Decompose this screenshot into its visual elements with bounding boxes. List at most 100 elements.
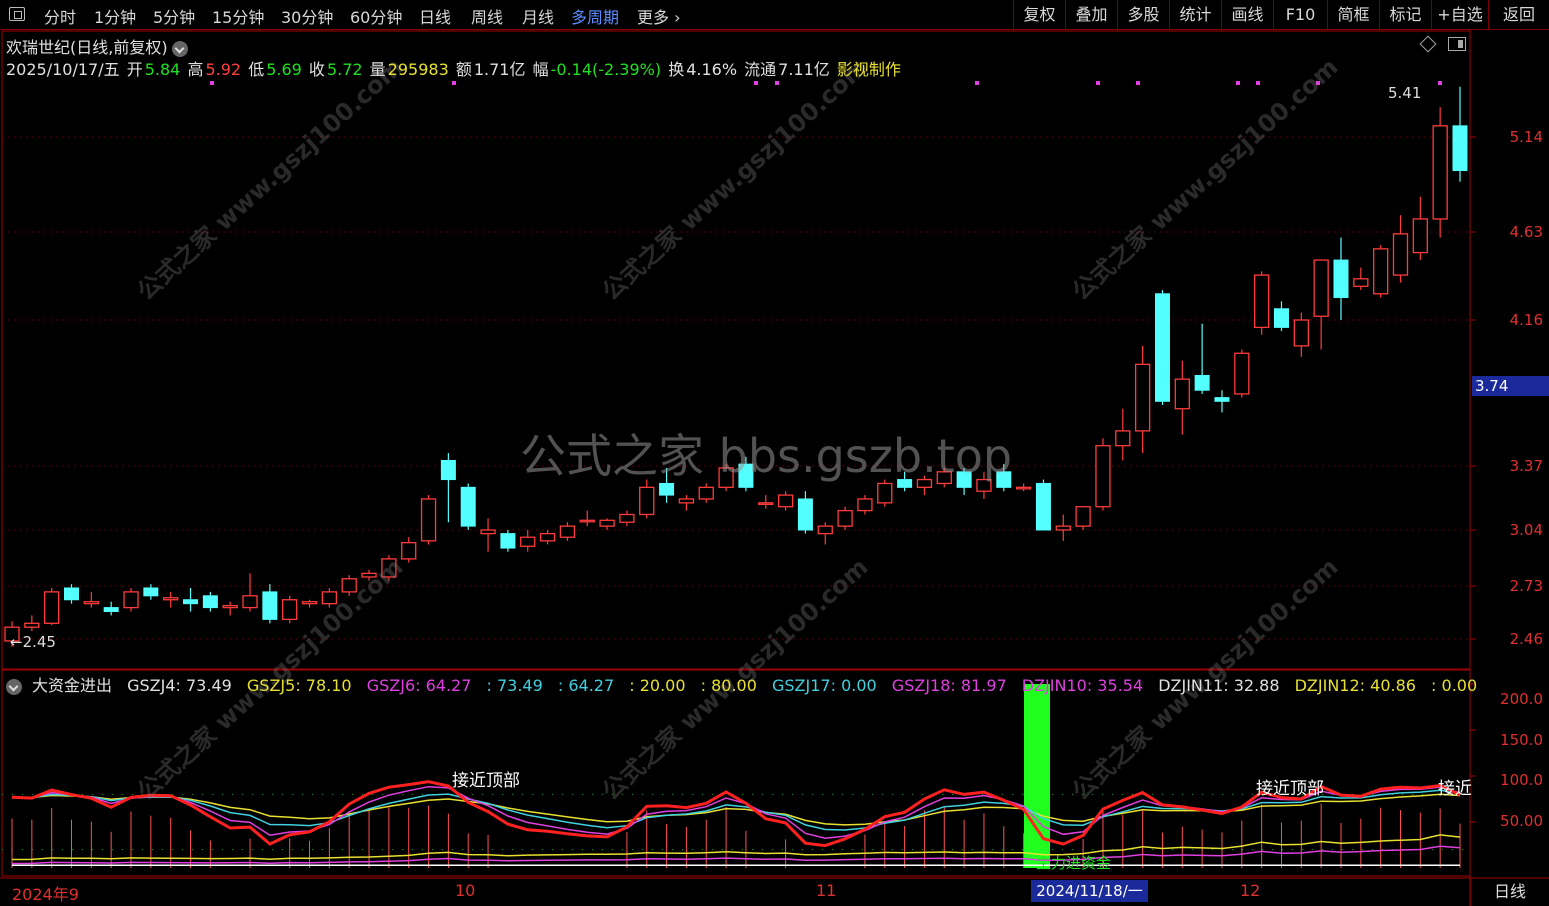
- period-tab-60min[interactable]: 60分钟: [350, 4, 402, 28]
- info-high: 5.92: [205, 60, 242, 79]
- candle-body: [44, 591, 60, 624]
- period-tab-1min[interactable]: 1分钟: [94, 4, 136, 28]
- signal-dot: [1236, 81, 1240, 85]
- f10-button[interactable]: F10: [1273, 0, 1327, 30]
- candle-body: [1452, 125, 1468, 172]
- period-tab-30min[interactable]: 30分钟: [281, 4, 333, 28]
- candle-body: [123, 591, 139, 609]
- candle-body: [500, 533, 516, 549]
- candle-body: [1134, 363, 1151, 432]
- legend-item: DZJIN10: 35.54: [1021, 676, 1144, 695]
- info-turnover-label: 换: [668, 60, 685, 79]
- near-top-label: 接近: [1438, 779, 1472, 799]
- info-amount: 1.71亿: [473, 60, 526, 79]
- candle-body: [817, 525, 833, 535]
- panel-toggle-icon[interactable]: [1448, 37, 1466, 51]
- candle-body: [579, 519, 595, 523]
- legend-item: GSZJ6: 64.27: [366, 676, 472, 695]
- signal-dot: [452, 81, 456, 85]
- candle-body: [777, 494, 794, 508]
- date-axis-label: 10: [455, 881, 476, 900]
- candle-body: [1234, 352, 1250, 395]
- min-price-marker: ←2.45: [10, 633, 56, 651]
- indicator-name[interactable]: 大资金进出: [32, 676, 112, 695]
- candle-body: [520, 536, 536, 547]
- info-change: -0.14(-2.39%): [550, 60, 662, 79]
- candle-body: [857, 498, 873, 512]
- dzjin10-line: [11, 845, 1461, 865]
- candle-body: [1115, 430, 1131, 447]
- info-close: 5.72: [326, 60, 363, 79]
- candle-body: [1154, 293, 1170, 402]
- candle-body: [539, 532, 556, 542]
- candle-body: [1214, 397, 1230, 402]
- period-tab-multi[interactable]: 多周期: [571, 4, 619, 28]
- candle-body: [1174, 378, 1190, 410]
- info-turnover: 4.16%: [686, 60, 738, 79]
- dzjin12-line: [11, 834, 1461, 861]
- mark-button[interactable]: 标记: [1379, 0, 1431, 30]
- main-capital-label: 主力进资金: [1036, 854, 1112, 872]
- info-float-label: 流通: [744, 60, 777, 79]
- candle-body: [183, 599, 199, 605]
- legend-item: DZJIN12: 40.86: [1294, 676, 1416, 695]
- info-low: 5.69: [266, 60, 302, 79]
- indicator-axis-label: 200.0: [1500, 690, 1543, 708]
- add-watchlist-button[interactable]: +自选: [1431, 0, 1488, 30]
- candle-body: [1333, 259, 1349, 299]
- stats-button[interactable]: 统计: [1169, 0, 1221, 30]
- legend-item: : 80.00: [700, 676, 757, 695]
- chevron-down-icon[interactable]: [6, 678, 22, 695]
- indicator-legend: 大资金进出 GSZJ4: 73.49 GSZJ5: 78.10 GSZJ6: 6…: [6, 672, 1487, 696]
- period-tab-more[interactable]: 更多 ›: [637, 4, 681, 28]
- chevron-down-icon[interactable]: [171, 40, 188, 57]
- candle-body: [1075, 506, 1091, 527]
- overlay-button[interactable]: 叠加: [1065, 0, 1117, 30]
- candle-body: [797, 498, 813, 531]
- period-tab-15min[interactable]: 15分钟: [212, 4, 264, 28]
- info-industry: 影视制作: [836, 60, 901, 79]
- candle-body: [1432, 125, 1448, 220]
- candle-body: [1273, 308, 1289, 328]
- current-price-tag: 3.74: [1472, 376, 1549, 396]
- candle-body: [1373, 248, 1389, 295]
- multi-stock-button[interactable]: 多股: [1117, 0, 1169, 30]
- legend-item: GSZJ18: 81.97: [891, 676, 1007, 695]
- period-button[interactable]: 日线: [1470, 878, 1549, 906]
- simple-frame-button[interactable]: 简框: [1327, 0, 1379, 30]
- info-amount-label: 额: [455, 60, 472, 79]
- legend-item: DZJIN11: 32.88: [1158, 676, 1280, 695]
- date-axis-label: 12: [1240, 881, 1261, 900]
- gszj4-line: [11, 780, 1461, 848]
- candle-body: [1194, 374, 1210, 391]
- date-axis-label: 11: [816, 881, 837, 900]
- candle-body: [1293, 319, 1309, 347]
- info-vol: 295983: [387, 60, 449, 79]
- legend-item: : 0.00: [1431, 676, 1478, 695]
- period-tab-month[interactable]: 月线: [522, 4, 554, 28]
- period-tab-week[interactable]: 周线: [471, 4, 503, 28]
- candle-body: [1253, 274, 1270, 329]
- menu-icon[interactable]: [9, 7, 25, 21]
- candle-body: [301, 601, 318, 605]
- legend-item: : 73.49: [486, 676, 543, 695]
- draw-line-button[interactable]: 画线: [1221, 0, 1273, 30]
- candle-body: [24, 622, 40, 628]
- fuquan-button[interactable]: 复权: [1013, 0, 1065, 30]
- candle-body: [163, 597, 179, 601]
- candle-body: [480, 529, 496, 535]
- back-button[interactable]: 返回: [1488, 0, 1549, 30]
- candle-body: [440, 459, 456, 481]
- price-axis-label: 2.73: [1509, 577, 1543, 595]
- period-tab-5min[interactable]: 5分钟: [153, 4, 195, 28]
- watermark: 公式之家 bbs.gszb.top: [520, 429, 1013, 483]
- price-axis-label: 4.63: [1509, 223, 1543, 241]
- candle-body: [1015, 486, 1032, 490]
- indicator-axis-label: 150.0: [1500, 731, 1543, 749]
- candle-body: [460, 486, 476, 527]
- period-tab-day[interactable]: 日线: [419, 4, 451, 28]
- period-tab-fenshi[interactable]: 分时: [44, 4, 76, 28]
- signal-dot: [210, 81, 214, 85]
- stock-title[interactable]: 欢瑞世纪(日线,前复权): [6, 34, 188, 58]
- legend-item: GSZJ17: 0.00: [772, 676, 877, 695]
